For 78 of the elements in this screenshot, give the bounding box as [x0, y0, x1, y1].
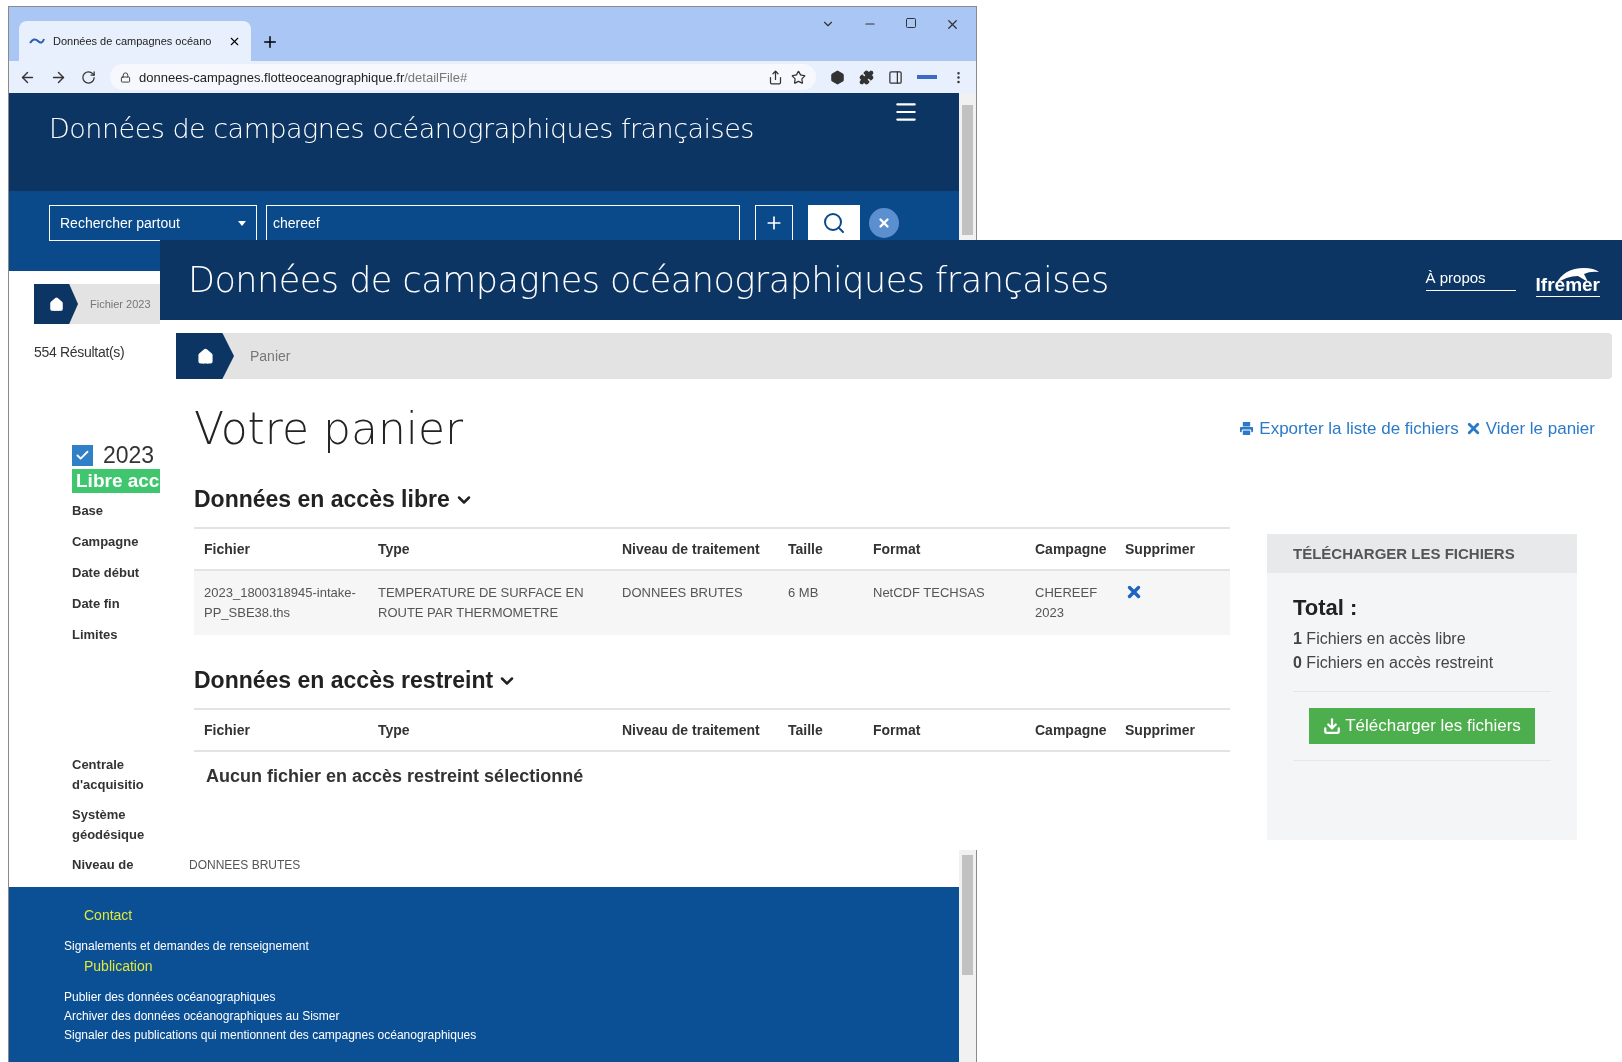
search-button[interactable]: [808, 205, 860, 241]
table-cell: 2023_1800318945-intake-PP_SBE38.ths: [194, 571, 368, 635]
column-header: Campagne: [1025, 710, 1115, 752]
table-cell: DONNEES BRUTES: [612, 571, 778, 635]
browser-tab[interactable]: Données de campagnes océano: [19, 21, 251, 61]
field-label: Centrale d'acquisitio: [72, 756, 145, 794]
maximize-icon[interactable]: [905, 17, 917, 29]
logo-text: Ifremer: [1535, 273, 1600, 297]
item-title: 2023: [103, 442, 155, 469]
extension-icon[interactable]: [917, 73, 937, 81]
puzzle-icon[interactable]: [859, 69, 874, 85]
url-text: donnees-campagnes.flotteoceanographique.fr/detailFile#: [139, 69, 468, 85]
new-tab-icon[interactable]: [261, 33, 279, 51]
close-icon: [1125, 583, 1143, 601]
field-label: Campagne: [72, 533, 140, 551]
checkbox[interactable]: [72, 445, 93, 466]
tab-title: Données de campagnes océano: [53, 35, 213, 47]
hexagon-icon[interactable]: [830, 69, 845, 85]
print-icon: [1238, 420, 1256, 437]
field-value: DONNEES BRUTES: [189, 857, 302, 874]
wave-icon: [29, 36, 45, 46]
export-link[interactable]: Exporter la liste de fichiers: [1238, 418, 1459, 439]
panel-title: TÉLÉCHARGER LES FICHIERS: [1267, 534, 1577, 573]
star-icon[interactable]: [791, 69, 806, 85]
close-icon[interactable]: [945, 17, 960, 32]
home-crumb[interactable]: [34, 284, 78, 324]
field-label: Système géodésique: [72, 806, 146, 844]
footer-heading: Publication: [84, 958, 154, 974]
column-header: Niveau de traitement: [612, 710, 778, 752]
check-icon: [75, 448, 90, 463]
field-label: Date fin: [72, 595, 121, 613]
column-header: Fichier: [194, 710, 368, 752]
close-icon: [877, 216, 891, 230]
address-bar[interactable]: donnees-campagnes.flotteoceanographique.fr/detailFile#: [110, 64, 816, 90]
table-cell: 6 MB: [778, 571, 863, 635]
clear-link[interactable]: Vider le panier: [1464, 418, 1595, 439]
site-title: Données de campagnes océanographiques françaises: [188, 260, 1109, 300]
table-cell: CHEREEF 2023: [1025, 571, 1115, 635]
field-label: Base: [72, 502, 105, 520]
column-header: Format: [863, 710, 1025, 752]
total-label: Total :: [1293, 595, 1359, 621]
field-label: Limites: [72, 626, 119, 644]
table-cell: TEMPERATURE DE SURFACE EN ROUTE PAR THERMOMETRE: [368, 571, 612, 635]
home-crumb[interactable]: [176, 333, 234, 379]
page-heading: Votre panier: [194, 403, 464, 454]
scrollbar-thumb[interactable]: [962, 855, 973, 975]
column-header: Taille: [778, 710, 863, 752]
home-icon: [48, 296, 64, 312]
footer-heading: Contact: [84, 907, 134, 923]
site-title: Données de campagnes océanographiques françaises: [49, 113, 754, 146]
field-label: Date début: [72, 564, 141, 582]
download-icon: [1323, 717, 1342, 735]
table-cell: NetCDF TECHSAS: [863, 571, 1025, 635]
lock-icon: [120, 71, 131, 83]
column-header: Supprimer: [1115, 710, 1230, 752]
footer-link[interactable]: Archiver des données océanographiques au Sismer: [64, 1007, 959, 1026]
share-icon[interactable]: [768, 69, 783, 85]
about-link[interactable]: À propos: [1425, 268, 1516, 291]
reload-icon[interactable]: [81, 69, 96, 85]
home-icon: [196, 347, 214, 365]
footer-link[interactable]: Publier des données océanographiques: [64, 988, 959, 1007]
column-header: Type: [368, 710, 612, 752]
section-toggle[interactable]: Données en accès restreint: [194, 667, 518, 694]
section-toggle[interactable]: Données en accès libre: [194, 486, 474, 513]
field-label: Niveau de: [72, 856, 135, 874]
clear-button[interactable]: [869, 208, 899, 238]
scrollbar-thumb[interactable]: [962, 105, 973, 235]
file-count: 1 Fichiers en accès libre: [1293, 629, 1467, 649]
empty-message: Aucun fichier en accès restreint sélectionné: [205, 765, 585, 788]
footer-link[interactable]: Signalements et demandes de renseignement: [64, 937, 959, 956]
search-icon: [822, 211, 846, 235]
breadcrumb-item[interactable]: Fichier 2023: [90, 298, 151, 310]
side-panel-icon[interactable]: [888, 69, 903, 85]
caret-icon: [238, 220, 246, 226]
footer-link[interactable]: Signaler des publications qui mentionnent des campagnes océanographiques: [64, 1026, 959, 1045]
results-count: 554 Résultat(s): [34, 344, 125, 360]
breadcrumb-item: Panier: [250, 348, 291, 364]
file-count: 0 Fichiers en accès restreint: [1293, 653, 1495, 673]
